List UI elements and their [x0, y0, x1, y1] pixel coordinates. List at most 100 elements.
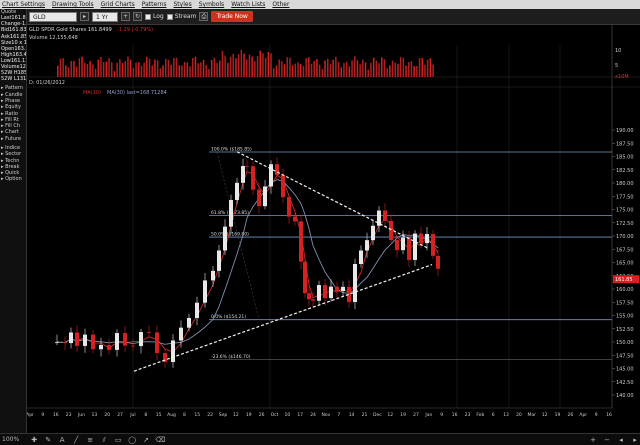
line-icon[interactable]: ╱	[71, 435, 81, 445]
price-axis-label: 160.00	[616, 287, 634, 293]
channel-icon[interactable]: ⫽	[99, 435, 109, 445]
date-axis-label: Oct	[271, 412, 279, 418]
volume-bar	[208, 69, 210, 77]
panel-section-item[interactable]: ▸ Pattern	[0, 85, 26, 91]
menu-grid-charts[interactable]: Grid Charts	[101, 1, 135, 8]
date-axis-label: 21	[362, 412, 368, 418]
symbol-input[interactable]: GLD	[29, 11, 77, 22]
candle-body	[281, 174, 285, 198]
volume-bar	[362, 59, 364, 77]
volume-bar	[432, 64, 434, 77]
volume-bar	[111, 62, 113, 77]
menu-drawing-tools[interactable]: Drawing Tools	[52, 1, 94, 8]
date-axis-label: 20	[516, 412, 522, 418]
volume-bar	[259, 50, 261, 77]
volume-bar	[178, 65, 180, 77]
volume-bar	[416, 66, 418, 77]
date-axis-label: 20	[104, 412, 110, 418]
candle-body	[383, 210, 387, 221]
volume-bar	[57, 65, 59, 77]
volume-bar	[240, 49, 243, 77]
candle-body	[171, 340, 175, 363]
fib-label: 0.0% ($154.21)	[211, 314, 246, 320]
volume-bar	[372, 57, 375, 77]
date-axis-label: 19	[400, 412, 406, 418]
volume-bar	[186, 62, 189, 77]
fib-icon[interactable]: ≡	[85, 435, 95, 445]
volume-bar	[75, 66, 78, 77]
candle-body	[303, 261, 307, 294]
menu-patterns[interactable]: Patterns	[142, 1, 167, 8]
print-icon[interactable]: ⎙	[199, 12, 209, 21]
candle-body	[335, 286, 339, 292]
volume-bar	[343, 63, 345, 77]
scroll-right-icon[interactable]: ▸	[630, 435, 640, 445]
candle-body	[63, 342, 67, 344]
volume-bar	[408, 61, 410, 77]
volume-bar	[283, 64, 286, 77]
go-icon[interactable]: ▸	[80, 12, 89, 21]
text-icon[interactable]: A	[57, 435, 67, 445]
volume-bar	[318, 64, 321, 77]
menu-symbols[interactable]: Symbols	[199, 1, 224, 8]
date-axis-label: 27	[413, 412, 419, 418]
volume-bar	[302, 66, 305, 77]
date-axis-label: 19	[246, 412, 252, 418]
volume-bar	[359, 64, 361, 77]
refresh-icon[interactable]: ↻	[133, 12, 142, 21]
panel-section-item[interactable]: ▸ Candle	[0, 92, 26, 98]
volume-bar	[367, 69, 369, 77]
pencil-icon[interactable]: ✎	[43, 435, 53, 445]
menu-styles[interactable]: Styles	[174, 1, 192, 8]
trade-now-button[interactable]: Trade Now	[211, 11, 253, 22]
volume-bar	[405, 65, 407, 77]
date-axis-label: 14	[349, 412, 355, 418]
date-axis-label: 8	[144, 412, 147, 418]
arrow-icon[interactable]: ➚	[141, 435, 151, 445]
volume-bar	[227, 62, 229, 77]
date-axis-label: Mar	[528, 412, 537, 418]
date-axis-label: Jun	[77, 412, 85, 418]
rectangle-icon[interactable]: ▭	[113, 435, 123, 445]
period-select[interactable]: 1 Yr	[92, 11, 118, 22]
candle-body	[179, 327, 183, 341]
price-axis-label: 190.00	[616, 128, 634, 134]
volume-bar	[89, 61, 91, 77]
ellipse-icon[interactable]: ◯	[127, 435, 137, 445]
date-axis-label: 16	[606, 412, 612, 418]
scroll-left-icon[interactable]: ◂	[616, 435, 626, 445]
compare-icon[interactable]: +	[121, 12, 130, 21]
log-checkbox[interactable]: Log	[145, 13, 164, 20]
volume-bar	[205, 65, 207, 77]
panel-section-item[interactable]: ▸ Option	[0, 176, 26, 182]
menu-other[interactable]: Other	[272, 1, 289, 8]
date-axis-label: 19	[555, 412, 561, 418]
zoom-in-icon[interactable]: +	[588, 435, 598, 445]
date-axis-label: Jul	[129, 412, 135, 418]
candle-body	[299, 221, 303, 262]
price-axis-label: 167.50	[616, 247, 634, 253]
volume-bar	[181, 65, 183, 77]
volume-bar	[332, 59, 334, 77]
volume-bar	[337, 61, 340, 77]
crosshair-icon[interactable]: ✚	[29, 435, 39, 445]
menu-chart-settings[interactable]: Chart Settings	[2, 1, 45, 8]
date-axis-label: 12	[542, 412, 548, 418]
volume-bar	[413, 66, 415, 77]
volume-bar	[329, 64, 332, 77]
quote-list: Last161.8499Change-1.29Bid161.83Ask161.8…	[0, 15, 26, 82]
volume-bar	[121, 63, 124, 77]
date-axis-label: 13	[503, 412, 509, 418]
date-axis-label: Apr	[27, 412, 34, 418]
volume-bar	[108, 58, 110, 77]
date-axis-label: 12	[387, 412, 393, 418]
menu-watch-lists[interactable]: Watch Lists	[231, 1, 265, 8]
zoom-out-icon[interactable]: −	[602, 435, 612, 445]
stream-checkbox[interactable]: Stream	[166, 13, 196, 20]
volume-bar	[310, 63, 313, 77]
volume-bar	[135, 62, 137, 77]
eraser-icon[interactable]: ⌫	[155, 435, 165, 445]
volume-bar	[213, 57, 216, 77]
volume-bar	[335, 56, 337, 77]
volume-bar	[232, 53, 234, 77]
